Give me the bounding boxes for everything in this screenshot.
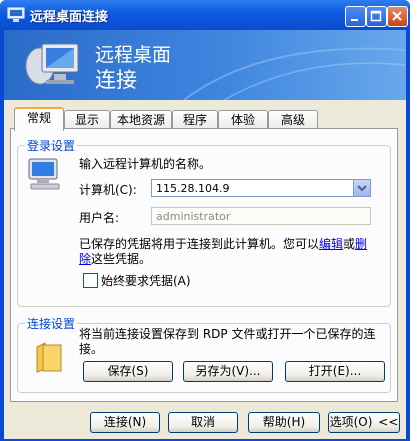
tab-general[interactable]: 常规 xyxy=(14,107,64,131)
computer-combobox[interactable]: 115.28.104.9 xyxy=(151,179,371,197)
remote-desktop-monitor-icon xyxy=(18,36,84,97)
window-title: 远程桌面连接 xyxy=(30,10,109,25)
minimize-button[interactable] xyxy=(345,6,366,27)
tab-display[interactable]: 显示 xyxy=(64,110,110,129)
collapse-chevron-icon: << xyxy=(378,415,399,429)
banner-title-line1: 远程桌面 xyxy=(95,44,172,66)
title-bar[interactable]: 远程桌面连接 xyxy=(0,0,410,30)
folder-icon xyxy=(35,341,63,376)
app-icon xyxy=(7,7,25,23)
tab-label: 体验 xyxy=(230,113,255,127)
saved-credentials-text: 已保存的凭据将用于连接到此计算机。您可以编辑或删除这些凭据。 xyxy=(79,237,379,267)
login-instruction: 输入远程计算机的名称。 xyxy=(79,157,212,171)
header-banner: 远程桌面 连接 xyxy=(4,30,406,100)
banner-title-line2: 连接 xyxy=(95,68,137,92)
chevron-down-icon[interactable] xyxy=(353,180,370,196)
computer-monitor-icon xyxy=(27,157,63,194)
edit-credentials-link[interactable]: 编辑 xyxy=(319,237,343,251)
username-field[interactable]: administrator xyxy=(151,207,371,225)
options-label: 选项(O) xyxy=(329,415,373,429)
tab-local-resources[interactable]: 本地资源 xyxy=(110,110,172,129)
computer-value: 115.28.104.9 xyxy=(156,182,230,195)
tab-label: 程序 xyxy=(182,113,207,127)
tab-label: 高级 xyxy=(280,113,305,127)
help-button[interactable]: 帮助(H) xyxy=(248,412,320,433)
connect-button[interactable]: 连接(N) xyxy=(90,412,160,433)
maximize-button[interactable] xyxy=(366,6,387,27)
save-as-button[interactable]: 另存为(V)... xyxy=(183,361,273,382)
close-button[interactable] xyxy=(387,6,408,27)
tab-programs[interactable]: 程序 xyxy=(172,110,218,129)
tab-label: 显示 xyxy=(74,113,99,127)
tab-advanced[interactable]: 高级 xyxy=(268,110,318,129)
tab-label: 本地资源 xyxy=(116,113,165,127)
dialog-body: 远程桌面 连接 常规 显示 本地资源 程序 体验 高级 登录设置 输入远程计算机… xyxy=(4,30,406,439)
login-settings-title: 登录设置 xyxy=(25,137,78,154)
saved-text-c: 这些凭据。 xyxy=(91,252,152,266)
username-value: administrator xyxy=(156,210,231,223)
tab-panel-general: 登录设置 输入远程计算机的名称。 计算机(C): 115.28.104.9 用户… xyxy=(10,128,398,402)
computer-label: 计算机(C): xyxy=(79,183,137,197)
tab-label: 常规 xyxy=(26,111,51,125)
connection-settings-title: 连接设置 xyxy=(25,315,78,332)
save-button[interactable]: 保存(S) xyxy=(83,361,173,382)
username-label: 用户名: xyxy=(79,211,120,225)
tab-experience[interactable]: 体验 xyxy=(218,110,268,129)
cancel-button[interactable]: 取消 xyxy=(168,412,238,433)
saved-text-b: 或 xyxy=(343,237,356,251)
always-ask-checkbox[interactable] xyxy=(83,273,98,288)
saved-text-a: 已保存的凭据将用于连接到此计算机。您可以 xyxy=(79,237,320,251)
options-button[interactable]: 选项(O) << xyxy=(328,412,400,433)
always-ask-label[interactable]: 始终要求凭据(A) xyxy=(101,272,191,289)
open-button[interactable]: 打开(E)... xyxy=(285,361,385,382)
connection-description: 将当前连接设置保存到 RDP 文件或打开一个已保存的连接。 xyxy=(79,327,376,356)
